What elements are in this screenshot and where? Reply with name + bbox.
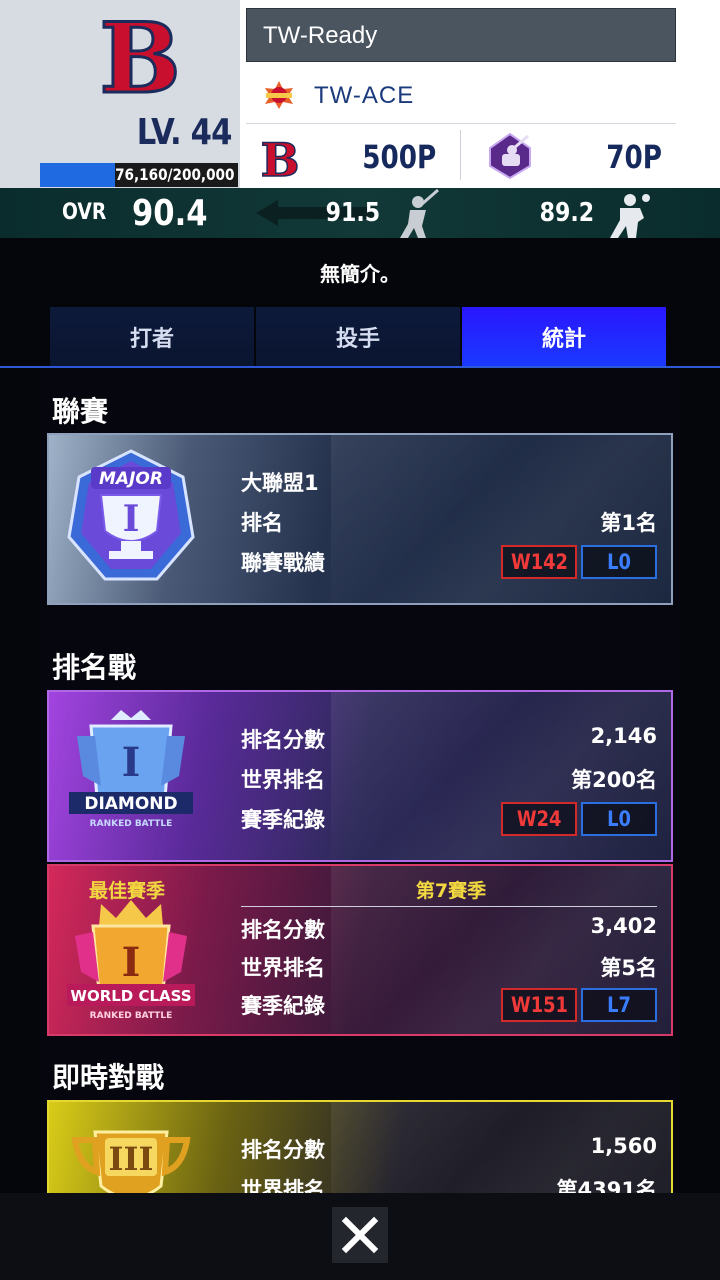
ranked-score: 2,146: [590, 724, 657, 748]
diamond-badge-icon: I DIAMOND RANKED BATTLE: [69, 710, 193, 829]
ranked-world-rank-label: 世界排名: [241, 768, 325, 792]
username-box: TW-Ready: [246, 8, 676, 62]
league-rank-value: 第1名: [600, 511, 657, 535]
team-logo-icon: B: [100, 4, 180, 108]
tab-batter[interactable]: 打者: [50, 307, 256, 367]
gold-trophy-badge-icon: III: [71, 1130, 191, 1193]
league-division: 大聯盟1: [241, 471, 319, 495]
ranked-record-label: 賽季紀錄: [241, 808, 325, 832]
pitching-rating: 89.2: [539, 198, 594, 228]
profile-info: TW-Ready TW-ACE B 500P 70P: [240, 0, 720, 188]
ovr-value: 90.4: [132, 193, 208, 234]
league-record-label: 聯賽戰績: [241, 551, 325, 575]
best-world-rank-label: 世界排名: [241, 956, 325, 980]
close-icon: [341, 1216, 379, 1254]
ranked-wins: W24: [501, 802, 577, 836]
ranked-best-card[interactable]: 最佳賽季 第7賽季 I WORLD CLASS RANKED BATTLE 排名…: [47, 864, 673, 1036]
realtime-world-rank-label: 世界排名: [241, 1178, 325, 1193]
league-wins: W142: [501, 545, 577, 579]
svg-text:B: B: [100, 4, 180, 108]
badge-label: MAJOR: [99, 469, 163, 489]
svg-text:I: I: [123, 498, 140, 540]
player-level: LV. 44: [137, 112, 233, 153]
badge-label: III: [109, 1140, 154, 1178]
club-emblem-icon: [265, 81, 293, 109]
ranked-section-title: 排名戰: [52, 651, 137, 684]
badge-label: DIAMOND: [84, 794, 177, 814]
league-section-title: 聯賽: [52, 395, 109, 428]
batting-rating: 91.5: [325, 198, 380, 228]
ranked-losses: L0: [581, 802, 657, 836]
best-wins: W151: [501, 988, 577, 1022]
xp-text: 76,160/200,000: [114, 165, 234, 184]
realtime-section-title: 即時對戰: [52, 1061, 165, 1094]
batter-emblem-icon: [489, 132, 531, 180]
realtime-score-label: 排名分數: [241, 1138, 325, 1162]
best-world-rank: 第5名: [600, 956, 657, 980]
league-card[interactable]: I MAJOR 大聯盟1 排名 第1名 聯賽戰績 W142 L0: [47, 433, 673, 605]
badge-sublabel: RANKED BATTLE: [90, 819, 173, 829]
bottom-bar: [0, 1193, 720, 1280]
league-rank-label: 排名: [241, 511, 283, 535]
ovr-label: OVR: [62, 200, 107, 225]
team-points: 500P: [361, 138, 436, 176]
club-name[interactable]: TW-ACE: [314, 82, 414, 110]
username: TW-Ready: [263, 22, 378, 49]
badge-sublabel: RANKED BATTLE: [90, 1011, 173, 1021]
svg-text:B: B: [262, 133, 298, 182]
best-record-label: 賽季紀錄: [241, 994, 325, 1018]
tab-bar: 打者 投手 統計: [50, 307, 668, 367]
svg-text:I: I: [122, 739, 141, 786]
best-score-label: 排名分數: [241, 918, 325, 942]
team-points-icon: B: [262, 132, 298, 182]
divider: [246, 123, 676, 124]
badge-label: WORLD CLASS: [70, 987, 191, 1005]
other-points: 70P: [606, 138, 662, 176]
divider: [460, 130, 461, 180]
world-class-badge-icon: I WORLD CLASS RANKED BATTLE: [67, 900, 195, 1021]
best-losses: L7: [581, 988, 657, 1022]
divider: [241, 906, 657, 907]
svg-text:I: I: [122, 939, 141, 986]
profile-intro: 無簡介。: [320, 262, 400, 286]
league-losses: L0: [581, 545, 657, 579]
major-league-badge-icon: I MAJOR: [67, 449, 195, 581]
realtime-card[interactable]: III 排名分數 1,560 世界排名 第4391名: [47, 1100, 673, 1193]
best-score: 3,402: [590, 914, 657, 938]
ranked-score-label: 排名分數: [241, 728, 325, 752]
close-button[interactable]: [332, 1207, 388, 1263]
stats-scroll-area[interactable]: 聯賽 I MAJOR 大聯盟1 排名 第1名 聯賽戰績 W142 L0 排名戰 …: [40, 368, 680, 1193]
profile-panel: B LV. 44 76,160/200,000: [0, 0, 240, 188]
best-season-name: 第7賽季: [415, 880, 487, 902]
tab-pitcher[interactable]: 投手: [256, 307, 462, 367]
xp-bar: 76,160/200,000: [40, 163, 238, 187]
tab-stats[interactable]: 統計: [462, 307, 668, 367]
pitcher-silhouette-icon: [610, 194, 650, 238]
realtime-score: 1,560: [590, 1134, 657, 1158]
batter-silhouette-icon: [400, 188, 439, 238]
ovr-bar: OVR 90.4 91.5 89.2: [0, 188, 720, 238]
realtime-world-rank: 第4391名: [556, 1178, 657, 1193]
ranked-world-rank: 第200名: [571, 768, 657, 792]
xp-bar-fill: [40, 163, 116, 187]
ranked-current-card[interactable]: I DIAMOND RANKED BATTLE 排名分數 2,146 世界排名 …: [47, 690, 673, 862]
